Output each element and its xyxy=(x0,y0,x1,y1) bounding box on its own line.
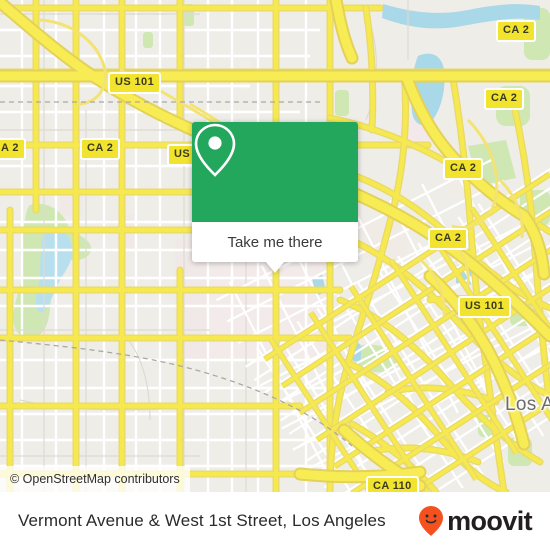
shield-ca2-1: CA 2 xyxy=(496,20,537,42)
callout-header xyxy=(192,122,358,222)
moovit-wordmark: moovit xyxy=(447,505,533,536)
shield-ca2-west-clipped: A 2 xyxy=(0,138,26,160)
footer-bar: Vermont Avenue & West 1st Street, Los An… xyxy=(0,492,550,550)
shield-us101-2: US 101 xyxy=(458,296,512,318)
map-screenshot: CA 2 CA 2 US 101 CA 2 A 2 CA 2 US CA 2 U… xyxy=(0,0,550,550)
shield-us101-1: US 101 xyxy=(108,72,162,94)
location-callout[interactable]: Take me there xyxy=(192,122,358,273)
shield-ca2-5: CA 2 xyxy=(428,228,469,250)
callout-action[interactable]: Take me there xyxy=(192,222,358,262)
map-attribution: © OpenStreetMap contributors xyxy=(0,466,190,492)
callout-action-label: Take me there xyxy=(227,233,323,251)
location-title: Vermont Avenue & West 1st Street, Los An… xyxy=(18,511,386,530)
map-pin-icon xyxy=(194,123,236,177)
callout-tail xyxy=(266,262,284,273)
city-label-los-angeles: Los A xyxy=(505,394,550,415)
moovit-logo: moovit xyxy=(417,505,533,537)
attribution-text: © OpenStreetMap contributors xyxy=(10,472,180,486)
moovit-pin-icon xyxy=(419,506,444,536)
map-canvas[interactable]: CA 2 CA 2 US 101 CA 2 A 2 CA 2 US CA 2 U… xyxy=(0,0,550,492)
shield-ca2-2: CA 2 xyxy=(484,88,525,110)
shield-ca2-3: CA 2 xyxy=(443,158,484,180)
shield-ca2-4: CA 2 xyxy=(80,138,121,160)
shield-ca110: CA 110 xyxy=(366,476,419,492)
